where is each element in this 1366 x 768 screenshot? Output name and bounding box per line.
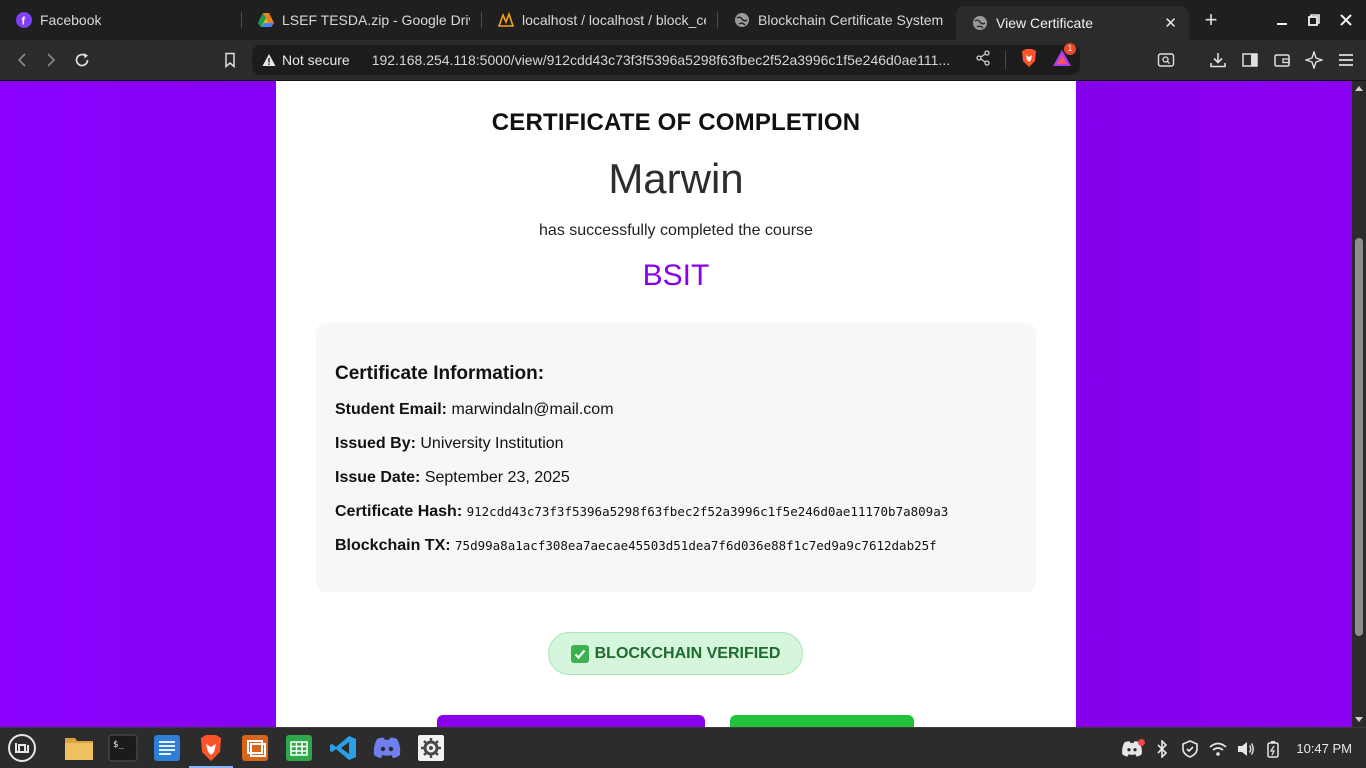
terminal-icon[interactable]: $_ bbox=[107, 732, 139, 764]
facebook-icon: f bbox=[16, 12, 32, 28]
page-scrollbar[interactable] bbox=[1352, 81, 1366, 727]
divider bbox=[1005, 51, 1006, 69]
clock[interactable]: 10:47 PM bbox=[1296, 741, 1352, 756]
svg-text:f: f bbox=[22, 16, 26, 28]
brave-rewards-icon[interactable]: 1 bbox=[1052, 42, 1076, 72]
warning-icon[interactable] bbox=[262, 53, 276, 67]
toolbar-actions bbox=[1154, 45, 1358, 75]
wifi-icon[interactable] bbox=[1207, 738, 1229, 760]
info-row-certificate-hash: Certificate Hash: 912cdd43c73f3f5396a529… bbox=[335, 503, 948, 521]
check-mark-icon bbox=[570, 644, 589, 663]
tab-title: Blockchain Certificate System bbox=[758, 12, 944, 28]
info-label: Student Email: bbox=[335, 401, 448, 418]
url-text[interactable]: 192.168.254.118:5000/view/912cdd43c73f3f… bbox=[372, 52, 972, 68]
tab-blockchain-system[interactable]: Blockchain Certificate System bbox=[718, 0, 956, 40]
scroll-down-icon[interactable] bbox=[1355, 717, 1363, 722]
scroll-up-icon[interactable] bbox=[1355, 86, 1363, 91]
discord-tray-icon[interactable] bbox=[1119, 738, 1146, 760]
menu-icon[interactable] bbox=[1334, 48, 1358, 72]
tab-view-certificate[interactable]: View Certificate ✕ bbox=[956, 6, 1189, 40]
globe-icon bbox=[972, 15, 988, 31]
info-label: Blockchain TX: bbox=[335, 537, 451, 554]
new-tab-button[interactable]: + bbox=[1195, 4, 1227, 36]
info-row-blockchain-tx: Blockchain TX: 75d99a8a1acf308ea7aecae45… bbox=[335, 537, 937, 555]
info-value: marwindaln@mail.com bbox=[451, 401, 614, 418]
action-button-primary[interactable] bbox=[437, 715, 705, 727]
google-drive-icon bbox=[258, 12, 274, 28]
certificate-card: CERTIFICATE OF COMPLETION Marwin has suc… bbox=[276, 81, 1076, 727]
tab-title: Facebook bbox=[40, 12, 102, 28]
reload-icon[interactable] bbox=[67, 45, 97, 75]
share-icon[interactable] bbox=[975, 49, 991, 71]
bookmark-icon[interactable] bbox=[215, 45, 245, 75]
notification-badge: 1 bbox=[1064, 42, 1076, 55]
brave-browser-icon[interactable] bbox=[189, 732, 233, 768]
info-row-issue-date: Issue Date: September 23, 2025 bbox=[335, 469, 570, 487]
tab-title: LSEF TESDA.zip - Google Drive bbox=[282, 12, 470, 28]
leo-ai-icon[interactable] bbox=[1302, 48, 1326, 72]
info-label: Issue Date: bbox=[335, 469, 421, 486]
minimize-icon[interactable] bbox=[1266, 0, 1298, 40]
download-icon[interactable] bbox=[1206, 48, 1230, 72]
tab-facebook[interactable]: f Facebook bbox=[0, 0, 242, 40]
verified-text: BLOCKCHAIN VERIFIED bbox=[594, 644, 781, 662]
shield-icon[interactable] bbox=[1179, 738, 1201, 760]
volume-icon[interactable] bbox=[1235, 738, 1257, 760]
tab-title: View Certificate bbox=[996, 15, 1094, 31]
tab-google-drive[interactable]: LSEF TESDA.zip - Google Drive bbox=[242, 0, 482, 40]
page-viewport: CERTIFICATE OF COMPLETION Marwin has suc… bbox=[0, 81, 1352, 727]
forward-icon[interactable] bbox=[36, 45, 66, 75]
search-page-icon[interactable] bbox=[1154, 48, 1178, 72]
globe-icon bbox=[734, 12, 750, 28]
info-label: Certificate Hash: bbox=[335, 503, 463, 520]
window-controls bbox=[1266, 0, 1366, 40]
settings-icon[interactable] bbox=[415, 732, 447, 764]
brave-shields-icon[interactable] bbox=[1020, 48, 1038, 73]
text-editor-icon[interactable] bbox=[151, 732, 183, 764]
taskbar: $_ 10:47 PM bbox=[0, 727, 1366, 768]
discord-icon[interactable] bbox=[371, 732, 403, 764]
certificate-info-box: Certificate Information: Student Email: … bbox=[316, 323, 1036, 592]
back-icon[interactable] bbox=[7, 45, 37, 75]
info-row-issuer: Issued By: University Institution bbox=[335, 435, 564, 453]
vscode-icon[interactable] bbox=[327, 732, 359, 764]
course-name: BSIT bbox=[642, 259, 710, 292]
info-label: Issued By: bbox=[335, 435, 416, 452]
phpmyadmin-icon bbox=[498, 12, 514, 28]
browser-toolbar: Not secure 192.168.254.118:5000/view/912… bbox=[0, 40, 1366, 81]
info-row-email: Student Email: marwindaln@mail.com bbox=[335, 401, 614, 419]
address-bar-actions: 1 bbox=[975, 42, 1076, 75]
info-heading: Certificate Information: bbox=[335, 363, 545, 384]
certificate-hash-value: 912cdd43c73f3f5396a5298f63fbec2f52a3996c… bbox=[466, 504, 949, 519]
svg-text:$_: $_ bbox=[113, 740, 124, 750]
spreadsheet-icon[interactable] bbox=[283, 732, 315, 764]
sidebar-icon[interactable] bbox=[1238, 48, 1262, 72]
battery-icon[interactable] bbox=[1263, 738, 1285, 760]
restore-icon[interactable] bbox=[1298, 0, 1330, 40]
close-icon[interactable]: ✕ bbox=[1164, 14, 1177, 32]
info-value: University Institution bbox=[420, 435, 564, 452]
address-bar[interactable]: Not secure 192.168.254.118:5000/view/912… bbox=[252, 42, 1080, 75]
student-name: Marwin bbox=[608, 155, 744, 202]
bluetooth-icon[interactable] bbox=[1151, 738, 1173, 760]
verified-badge: BLOCKCHAIN VERIFIED bbox=[548, 632, 803, 675]
completion-text: has successfully completed the course bbox=[539, 222, 813, 239]
menu-icon[interactable] bbox=[6, 732, 38, 764]
security-label[interactable]: Not secure bbox=[282, 52, 350, 68]
tab-phpmyadmin[interactable]: localhost / localhost / block_cert bbox=[482, 0, 718, 40]
close-window-icon[interactable] bbox=[1330, 0, 1362, 40]
action-button-secondary[interactable] bbox=[730, 715, 914, 727]
tab-strip: f Facebook LSEF TESDA.zip - Google Drive… bbox=[0, 0, 1366, 40]
files-icon[interactable] bbox=[63, 732, 95, 764]
scrollbar-thumb[interactable] bbox=[1355, 238, 1363, 636]
certificate-title: CERTIFICATE OF COMPLETION bbox=[491, 109, 861, 136]
slides-icon[interactable] bbox=[239, 732, 271, 764]
system-tray: 10:47 PM bbox=[1116, 728, 1366, 768]
tab-title: localhost / localhost / block_cert bbox=[522, 12, 706, 28]
wallet-icon[interactable] bbox=[1270, 48, 1294, 72]
info-value: September 23, 2025 bbox=[424, 469, 570, 486]
blockchain-tx-value: 75d99a8a1acf308ea7aecae45503d51dea7f6d03… bbox=[455, 538, 937, 553]
